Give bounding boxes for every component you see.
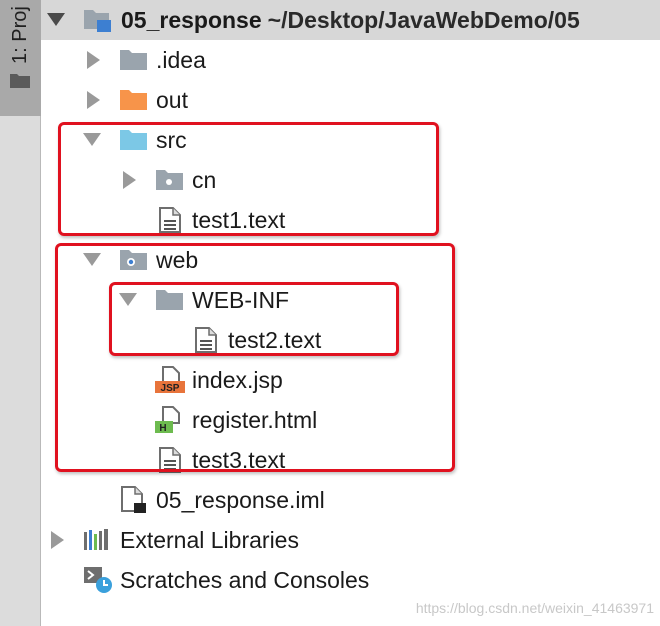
tree-item-label: index.jsp xyxy=(192,367,283,393)
folder-icon xyxy=(155,280,185,320)
project-tree: 05_response ~/Desktop/JavaWebDemo/05 .ide… xyxy=(41,0,660,626)
tree-row-scratches[interactable]: Scratches and Consoles xyxy=(41,560,660,600)
expanded-arrow-icon[interactable] xyxy=(47,0,65,40)
tree-item-label: External Libraries xyxy=(120,527,299,553)
expanded-arrow-icon[interactable] xyxy=(83,240,101,280)
collapsed-arrow-icon[interactable] xyxy=(123,160,137,200)
tree-item-label: test3.text xyxy=(192,447,286,473)
folder-icon xyxy=(119,40,149,80)
module-file-icon xyxy=(121,480,147,520)
project-tool-tab[interactable]: 1: Proj xyxy=(0,0,41,116)
tree-row-cn[interactable]: cn xyxy=(41,160,660,200)
web-folder-icon xyxy=(119,240,149,280)
module-folder-icon xyxy=(83,0,113,40)
text-file-icon xyxy=(195,320,217,360)
tree-row-web-inf[interactable]: WEB-INF xyxy=(41,280,660,320)
root-path: ~/Desktop/JavaWebDemo/05 xyxy=(267,7,580,33)
tree-row-register-html[interactable]: H register.html xyxy=(41,400,660,440)
tree-row-external-libraries[interactable]: External Libraries xyxy=(41,520,660,560)
excluded-folder-icon xyxy=(119,80,149,120)
tree-row-web[interactable]: web xyxy=(41,240,660,280)
library-icon xyxy=(83,520,111,560)
svg-text:H: H xyxy=(159,423,166,434)
package-icon xyxy=(155,160,185,200)
tree-item-label: src xyxy=(156,127,187,153)
folder-icon xyxy=(10,72,30,93)
text-file-icon xyxy=(159,200,181,240)
tree-item-label: cn xyxy=(192,167,217,193)
tool-window-strip: 1: Proj xyxy=(0,0,41,626)
project-tab-label: 1: Proj xyxy=(9,6,31,64)
collapsed-arrow-icon[interactable] xyxy=(87,80,101,120)
tree-row-test3[interactable]: test3.text xyxy=(41,440,660,480)
tree-row-test1[interactable]: test1.text xyxy=(41,200,660,240)
tree-item-label: WEB-INF xyxy=(192,287,290,313)
tree-item-label: out xyxy=(156,87,188,113)
collapsed-arrow-icon[interactable] xyxy=(87,40,101,80)
tree-row-out[interactable]: out xyxy=(41,80,660,120)
tree-item-label: web xyxy=(156,247,199,273)
tree-row-root[interactable]: 05_response ~/Desktop/JavaWebDemo/05 xyxy=(41,0,660,40)
svg-text:JSP: JSP xyxy=(161,383,180,394)
source-folder-icon xyxy=(119,120,149,160)
expanded-arrow-icon[interactable] xyxy=(119,280,137,320)
tree-row-test2[interactable]: test2.text xyxy=(41,320,660,360)
tree-item-label: .idea xyxy=(156,47,206,73)
tree-item-label: register.html xyxy=(192,407,318,433)
jsp-file-icon: JSP xyxy=(155,360,185,400)
scratches-icon xyxy=(83,560,113,600)
tree-item-label: 05_response.iml xyxy=(156,487,325,513)
text-file-icon xyxy=(159,440,181,480)
tree-row-index-jsp[interactable]: JSP index.jsp xyxy=(41,360,660,400)
tree-item-label: test2.text xyxy=(228,327,322,353)
watermark-text: https://blog.csdn.net/weixin_41463971 xyxy=(415,600,654,616)
tree-item-label: test1.text xyxy=(192,207,286,233)
root-label: 05_response ~/Desktop/JavaWebDemo/05 xyxy=(121,0,580,40)
tree-row-src[interactable]: src xyxy=(41,120,660,160)
tree-item-label: Scratches and Consoles xyxy=(120,567,370,593)
collapsed-arrow-icon[interactable] xyxy=(51,520,65,560)
root-name: 05_response xyxy=(121,7,262,33)
expanded-arrow-icon[interactable] xyxy=(83,120,101,160)
tree-row-idea[interactable]: .idea xyxy=(41,40,660,80)
tree-row-iml[interactable]: 05_response.iml xyxy=(41,480,660,520)
html-file-icon: H xyxy=(155,400,185,440)
